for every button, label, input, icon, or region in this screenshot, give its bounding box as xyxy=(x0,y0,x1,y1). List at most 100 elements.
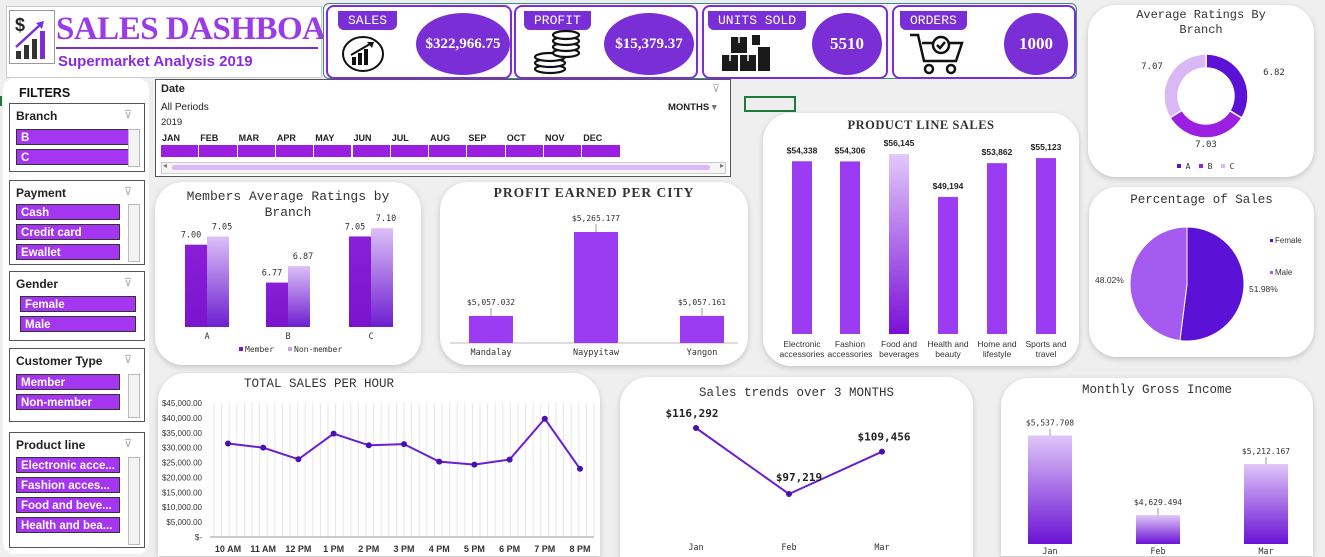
sales-per-hour-card: TOTAL SALES PER HOUR $45,000.00 $40,000.0… xyxy=(158,373,600,556)
tick-label: $20,000.00 xyxy=(162,473,203,482)
timeline-month-label: SEP xyxy=(468,133,487,143)
timeline-month-label: NOV xyxy=(545,133,565,143)
slicer-item-cash[interactable]: Cash xyxy=(16,204,120,220)
timeline-period: All Periods xyxy=(161,102,209,113)
timeline-month-bar[interactable] xyxy=(161,145,200,157)
data-label: $54,338 xyxy=(787,145,818,155)
slicer-item-ewallet[interactable]: Ewallet xyxy=(16,244,120,260)
timeline-month-bar[interactable] xyxy=(467,145,506,157)
timeline-month-bar[interactable] xyxy=(314,145,353,157)
clear-filter-icon[interactable]: ⊽ xyxy=(124,353,136,366)
tick-label: Fashion xyxy=(835,339,866,349)
bar xyxy=(371,228,393,327)
tick-label: Health and xyxy=(927,339,968,349)
data-label: 7.00 xyxy=(181,231,201,241)
clear-filter-icon[interactable]: ⊽ xyxy=(124,437,136,450)
tick-label: 11 AM xyxy=(250,544,276,554)
product-line-chart: $54,338Electronicaccessories$54,306Fashi… xyxy=(780,138,1067,359)
slicer-item-female[interactable]: Female xyxy=(20,296,136,312)
monthly-gross-income-card: Monthly Gross Income $5,537.708 Jan $4,629… xyxy=(1001,378,1313,556)
slicer-item-health[interactable]: Health and bea... xyxy=(16,517,120,533)
data-point xyxy=(577,465,583,472)
tick-label: 2 PM xyxy=(358,544,379,554)
clear-filter-icon[interactable]: ⊽ xyxy=(124,185,136,198)
slicer-scrollbar[interactable] xyxy=(128,204,140,262)
data-point xyxy=(260,444,267,451)
tick-label: accessories xyxy=(780,349,825,359)
tick-label: 3 PM xyxy=(393,544,414,554)
timeline-slicer: Date ⊽ All Periods MONTHS ▾ 2019 ◂ ▸ xyxy=(155,79,731,177)
timeline-month-bar[interactable] xyxy=(237,145,276,157)
timeline-month-bar[interactable] xyxy=(544,145,583,157)
legend-label: A xyxy=(1186,162,1191,171)
timeline-month-bar[interactable] xyxy=(275,145,315,157)
timeline-unit-select[interactable]: MONTHS ▾ xyxy=(668,102,717,113)
sales-hour-chart: $45,000.00 $40,000.00 $35,000.00 $30,000.00… xyxy=(162,399,595,554)
timeline-month-bar[interactable] xyxy=(390,145,430,157)
kpi-profit-label: PROFIT xyxy=(524,11,591,30)
tick-label: beverages xyxy=(879,349,919,359)
bar xyxy=(207,236,229,327)
data-label: 7.05 xyxy=(345,222,365,232)
timeline-month-bar[interactable] xyxy=(429,145,468,157)
timeline-month-bar[interactable] xyxy=(199,145,238,157)
tick-label: 5 PM xyxy=(464,544,485,554)
slicer-scrollbar[interactable] xyxy=(128,129,140,167)
kpi-profit-value: $15,379.37 xyxy=(604,13,694,75)
logo-icon: $ xyxy=(9,10,55,64)
data-point xyxy=(365,442,372,449)
tick-label: $15,000.00 xyxy=(162,488,203,497)
data-label: $5,057.161 xyxy=(678,298,726,307)
slicer-item-member[interactable]: Member xyxy=(16,374,120,390)
percentage-of-sales-card: Percentage of Sales 51.98% 48.02% Female Ma… xyxy=(1089,187,1314,357)
tick-label: Electronic xyxy=(783,339,821,349)
legend-label: B xyxy=(1208,162,1213,171)
clear-filter-icon[interactable]: ⊽ xyxy=(124,108,136,121)
tick-label: accessories xyxy=(828,349,873,359)
data-label: $53,862 xyxy=(982,147,1013,157)
slicer-payment-label: Payment xyxy=(16,186,67,200)
timeline-month-bar[interactable] xyxy=(505,145,544,157)
scroll-right-icon[interactable]: ▸ xyxy=(720,161,724,170)
slicer-branch-label: Branch xyxy=(16,109,58,123)
header-panel: $ SALES DASHBOARD Supermarket Analysis 2… xyxy=(6,6,373,78)
pie-slice xyxy=(1179,226,1245,342)
avg-ratings-branch-card: Average Ratings By Branch 7.07 6.82 7.03 A B… xyxy=(1088,5,1314,177)
slicer-item-food[interactable]: Food and beve... xyxy=(16,497,120,513)
timeline-month-label: JAN xyxy=(162,133,181,143)
dashboard-subtitle: Supermarket Analysis 2019 xyxy=(58,53,253,70)
tick-label: 7 PM xyxy=(534,544,555,554)
bar xyxy=(840,161,860,334)
legend-label: C xyxy=(1230,162,1235,171)
slicer-item-non-member[interactable]: Non-member xyxy=(16,394,120,410)
pie-slice xyxy=(1129,226,1188,342)
scrollbar-thumb[interactable] xyxy=(172,165,710,170)
timeline-month-bar[interactable] xyxy=(352,145,391,157)
tick-label: 12 PM xyxy=(285,544,311,554)
slicer-item-male[interactable]: Male xyxy=(20,316,136,332)
series-line xyxy=(695,427,883,496)
tick-label: $25,000.00 xyxy=(162,459,203,468)
slicer-item-fashion[interactable]: Fashion acces... xyxy=(16,477,120,493)
data-point xyxy=(693,425,699,431)
slicer-scrollbar[interactable] xyxy=(128,457,140,545)
timeline-scrollbar[interactable]: ◂ ▸ xyxy=(161,161,726,174)
clear-filter-icon[interactable]: ⊽ xyxy=(124,276,136,289)
tick-label: Yangon xyxy=(687,348,718,358)
slicer-item-branch-b[interactable]: B xyxy=(16,129,130,145)
sales-trends-card: Sales trends over 3 MONTHS $116,292 Jan $9… xyxy=(620,377,973,557)
tick-label: Naypyitaw xyxy=(573,348,620,358)
slicer-scrollbar[interactable] xyxy=(128,374,140,418)
data-point xyxy=(879,448,885,455)
slicer-item-electronic[interactable]: Electronic acce... xyxy=(16,457,120,473)
scroll-left-icon[interactable]: ◂ xyxy=(163,161,167,170)
slicer-item-branch-c[interactable]: C xyxy=(16,149,130,165)
timeline-month-bar[interactable] xyxy=(582,145,621,157)
tick-label: $30,000.00 xyxy=(162,444,203,453)
gross-income-chart: $5,537.708 Jan $4,629.494 Feb $5,212.167 Mar xyxy=(1026,418,1290,556)
clear-filter-icon[interactable]: ⊽ xyxy=(712,82,720,95)
tick-label: 4 PM xyxy=(429,544,450,554)
slicer-item-credit-card[interactable]: Credit card xyxy=(16,224,120,240)
data-label: $5,057.032 xyxy=(467,298,515,307)
slicer-branch: Branch ⊽ B C xyxy=(9,103,145,172)
